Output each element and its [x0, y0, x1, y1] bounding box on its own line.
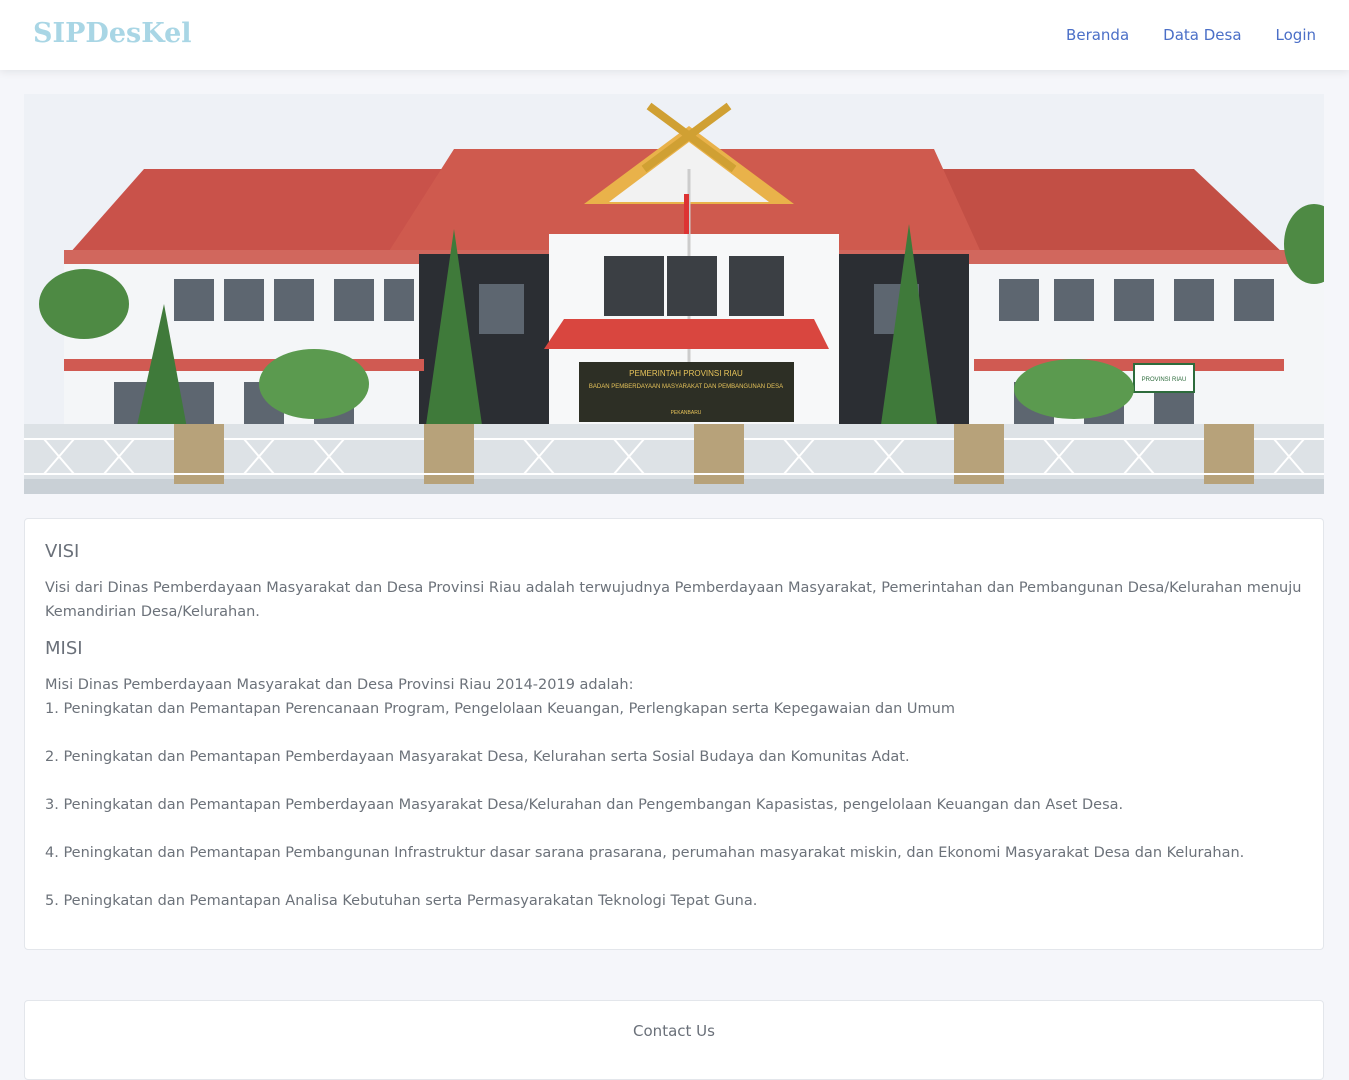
brand-logo-link[interactable]: SIPDesKel [33, 18, 192, 49]
nav-links: Beranda Data Desa Login [1032, 26, 1316, 44]
misi-item-1: 1. Peningkatan dan Pemantapan Perencanaa… [45, 701, 955, 717]
navbar: SIPDesKel Beranda Data Desa Login [0, 0, 1349, 70]
contact-us-text: Contact Us [633, 1022, 715, 1040]
misi-intro: Misi Dinas Pemberdayaan Masyarakat dan D… [45, 677, 634, 693]
visi-text: Visi dari Dinas Pemberdayaan Masyarakat … [45, 580, 1302, 620]
content-card: VISI Visi dari Dinas Pemberdayaan Masyar… [24, 518, 1324, 950]
misi-item-4: 4. Peningkatan dan Pemantapan Pembanguna… [45, 845, 1245, 861]
sign-city: PEKANBARU [671, 410, 702, 416]
hero-building-image: PEMERINTAH PROVINSI RIAU BADAN PEMBERDAY… [24, 94, 1324, 494]
side-sign: PROVINSI RIAU [1142, 377, 1187, 383]
nav-link-login[interactable]: Login [1276, 26, 1316, 44]
sign-title: PEMERINTAH PROVINSI RIAU [629, 369, 743, 378]
nav-link-data-desa[interactable]: Data Desa [1163, 26, 1241, 44]
nav-link-beranda[interactable]: Beranda [1066, 26, 1129, 44]
sign-subtitle: BADAN PEMBERDAYAAN MASYARAKAT DAN PEMBAN… [589, 384, 783, 390]
footer-card: Contact Us [24, 1000, 1324, 1080]
visi-title: VISI [45, 541, 80, 562]
misi-item-5: 5. Peningkatan dan Pemantapan Analisa Ke… [45, 893, 758, 909]
card-body: VISI Visi dari Dinas Pemberdayaan Masyar… [25, 519, 1323, 913]
misi-title: MISI [45, 638, 83, 659]
misi-item-2: 2. Peningkatan dan Pemantapan Pemberdaya… [45, 749, 910, 765]
misi-item-3: 3. Peningkatan dan Pemantapan Pemberdaya… [45, 797, 1124, 813]
building-illustration: PEMERINTAH PROVINSI RIAU BADAN PEMBERDAY… [24, 94, 1324, 494]
